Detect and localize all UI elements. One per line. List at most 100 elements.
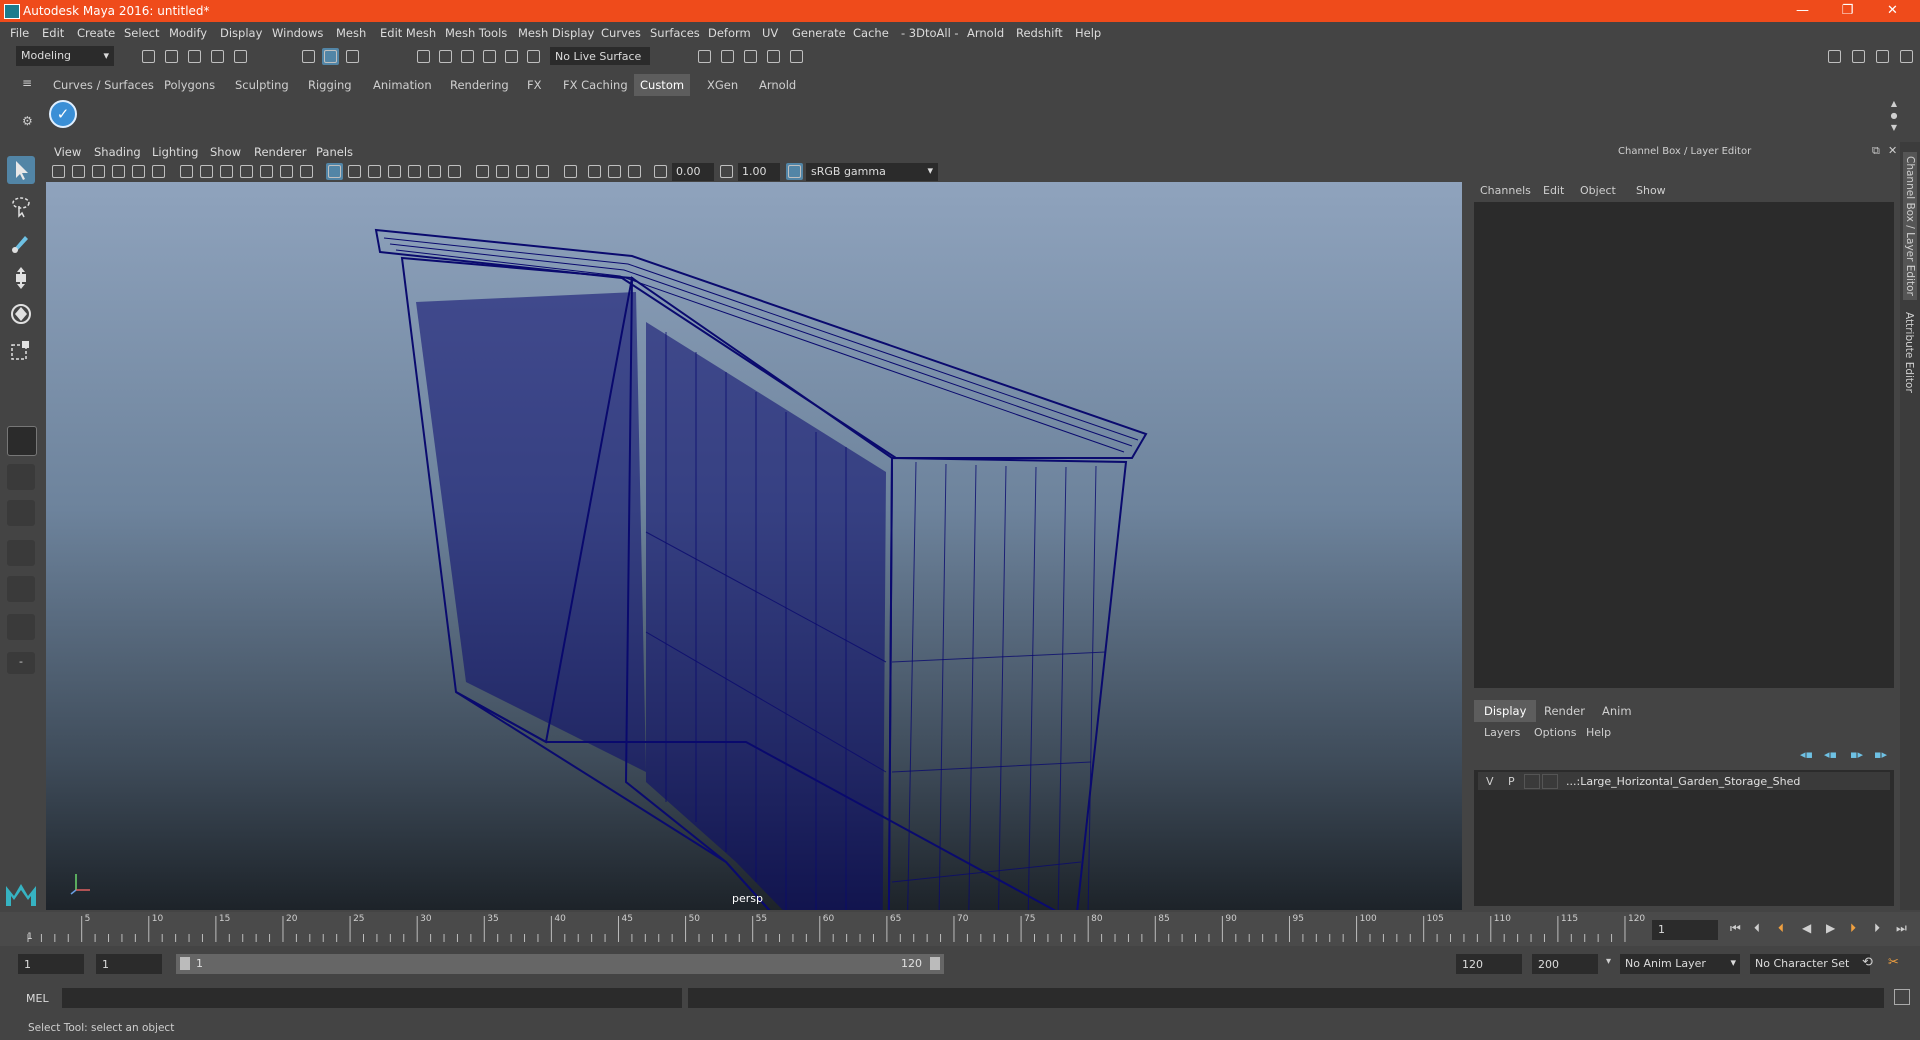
menu-modify[interactable]: Modify	[169, 26, 207, 40]
anti-aliasing-icon[interactable]	[514, 163, 531, 180]
select-by-component-icon[interactable]	[344, 48, 361, 65]
viewport-menu-renderer[interactable]: Renderer	[254, 145, 307, 159]
layer-playback-toggle[interactable]: P	[1508, 775, 1515, 788]
time-slider[interactable]: 1 5 10 15 20 25 30 35 40 45 50 55 60 65 70 75 80 85 90 95 1…	[0, 912, 1920, 946]
move-tool-icon[interactable]	[7, 264, 35, 292]
snap-together-icon[interactable]	[525, 48, 542, 65]
four-view-layout-icon[interactable]	[7, 464, 35, 490]
tool-settings-toggle-icon[interactable]	[1874, 48, 1891, 65]
hypershade-icon[interactable]	[788, 48, 805, 65]
menu-help[interactable]: Help	[1075, 26, 1101, 40]
layer-color-swatch[interactable]	[1542, 774, 1558, 789]
select-tool-icon[interactable]	[7, 156, 35, 184]
range-start-handle[interactable]	[180, 957, 190, 970]
safe-title-icon[interactable]	[298, 163, 315, 180]
new-layer-selected-icon[interactable]: ▪▸	[1874, 748, 1887, 761]
select-camera-icon[interactable]	[50, 163, 67, 180]
move-layer-up-icon[interactable]: ◂▪	[1800, 748, 1813, 761]
shelf-tab-polygons[interactable]: Polygons	[164, 74, 215, 96]
menu-create[interactable]: Create	[77, 26, 115, 40]
shelf-tab-sculpting[interactable]: Sculpting	[235, 74, 289, 96]
single-view-layout-icon[interactable]	[7, 426, 37, 456]
channel-box-list[interactable]	[1474, 202, 1894, 688]
menu-mesh-display[interactable]: Mesh Display	[518, 26, 594, 40]
render-settings-icon[interactable]	[765, 48, 782, 65]
animation-end-field[interactable]: 200	[1532, 954, 1598, 974]
outliner-layout-icon[interactable]	[7, 576, 35, 602]
time-ruler[interactable]: 1 5 10 15 20 25 30 35 40 45 50 55 60 65 70 75 80 85 90 95 1…	[24, 912, 1645, 946]
wireframe-icon[interactable]	[326, 163, 343, 180]
lasso-tool-icon[interactable]	[7, 192, 35, 220]
menu-display[interactable]: Display	[220, 26, 262, 40]
shelf-tab-rendering[interactable]: Rendering	[450, 74, 509, 96]
xray-joints-icon[interactable]	[586, 163, 603, 180]
menu-3dtoall[interactable]: - 3DtoAll -	[901, 26, 959, 40]
layer-tab-anim[interactable]: Anim	[1602, 700, 1632, 722]
isolate-select-icon[interactable]	[562, 163, 579, 180]
field-chart-icon[interactable]	[258, 163, 275, 180]
viewport-menu-show[interactable]: Show	[210, 145, 241, 159]
playback-end-field[interactable]: 120	[1456, 954, 1522, 974]
playback-start-field[interactable]: 1	[96, 954, 162, 974]
persp-hypershade-layout-icon[interactable]	[7, 614, 35, 640]
layer-visibility-toggle[interactable]: V	[1486, 775, 1494, 788]
menu-deform[interactable]: Deform	[708, 26, 751, 40]
grid-icon[interactable]	[178, 163, 195, 180]
step-back-key-icon[interactable]: ⏴	[1754, 921, 1760, 936]
menu-select[interactable]: Select	[124, 26, 159, 40]
menu-edit[interactable]: Edit	[42, 26, 64, 40]
step-forward-frame-icon[interactable]: ⏵	[1850, 921, 1856, 936]
auto-key-icon[interactable]: ⟲	[1862, 955, 1873, 970]
select-by-hierarchy-icon[interactable]	[300, 48, 317, 65]
two-d-pan-zoom-icon[interactable]	[130, 163, 147, 180]
channels-menu-object[interactable]: Object	[1580, 184, 1616, 197]
current-frame-field[interactable]: 1	[1652, 920, 1718, 940]
play-forwards-icon[interactable]: ▶	[1826, 921, 1835, 935]
more-layouts-icon[interactable]: -	[7, 652, 35, 674]
menu-mesh[interactable]: Mesh	[336, 26, 366, 40]
layer-reference-toggle[interactable]	[1524, 774, 1540, 789]
play-backwards-icon[interactable]: ◀	[1802, 921, 1811, 935]
range-slider[interactable]: 1 120	[176, 954, 944, 974]
shelf-tab-custom[interactable]: Custom	[634, 74, 691, 96]
range-end-handle[interactable]	[930, 957, 940, 970]
checkmark-icon[interactable]: ✓	[49, 100, 77, 128]
snap-to-curve-icon[interactable]	[437, 48, 454, 65]
live-surface-field[interactable]: No Live Surface	[550, 47, 650, 65]
shelf-settings-icon[interactable]: ⚙	[22, 114, 33, 128]
layer-tab-render[interactable]: Render	[1544, 700, 1585, 722]
mode-selector[interactable]: Modeling ▾	[16, 46, 114, 66]
shelf-tab-curves-surfaces[interactable]: Curves / Surfaces	[53, 74, 154, 96]
backface-culling-icon[interactable]	[626, 163, 643, 180]
rotate-tool-icon[interactable]	[7, 300, 35, 328]
menu-redshift[interactable]: Redshift	[1016, 26, 1063, 40]
attribute-editor-toggle-icon[interactable]	[1850, 48, 1867, 65]
maximize-button[interactable]: ❐	[1825, 0, 1870, 22]
depth-of-field-icon[interactable]	[534, 163, 551, 180]
viewport-menu-shading[interactable]: Shading	[94, 145, 141, 159]
viewport-menu-panels[interactable]: Panels	[316, 145, 353, 159]
new-scene-icon[interactable]	[140, 48, 157, 65]
move-layer-down-icon[interactable]: ◂▪	[1824, 748, 1837, 761]
new-layer-icon[interactable]: ▪▸	[1850, 748, 1863, 761]
image-plane-icon[interactable]	[110, 163, 127, 180]
close-panel-icon[interactable]: ✕	[1888, 144, 1897, 157]
channel-box-toggle-icon[interactable]	[1898, 48, 1915, 65]
undo-icon[interactable]	[209, 48, 226, 65]
float-panel-icon[interactable]: ⧉	[1872, 144, 1880, 158]
select-by-object-icon[interactable]	[322, 48, 339, 65]
layer-name[interactable]: ...:Large_Horizontal_Garden_Storage_Shed	[1566, 775, 1800, 788]
menu-arnold[interactable]: Arnold	[967, 26, 1004, 40]
smooth-shade-icon[interactable]	[346, 163, 363, 180]
camera-attributes-icon[interactable]	[70, 163, 87, 180]
channels-menu-edit[interactable]: Edit	[1543, 184, 1564, 197]
color-space-dropdown[interactable]: sRGB gamma ▾	[806, 163, 938, 181]
resolution-gate-icon[interactable]	[218, 163, 235, 180]
gate-mask-icon[interactable]	[238, 163, 255, 180]
lights-icon[interactable]	[426, 163, 443, 180]
menu-surfaces[interactable]: Surfaces	[650, 26, 700, 40]
menu-windows[interactable]: Windows	[272, 26, 323, 40]
layer-menu-layers[interactable]: Layers	[1484, 726, 1520, 739]
menu-cache[interactable]: Cache	[853, 26, 889, 40]
paint-select-tool-icon[interactable]	[7, 228, 35, 256]
